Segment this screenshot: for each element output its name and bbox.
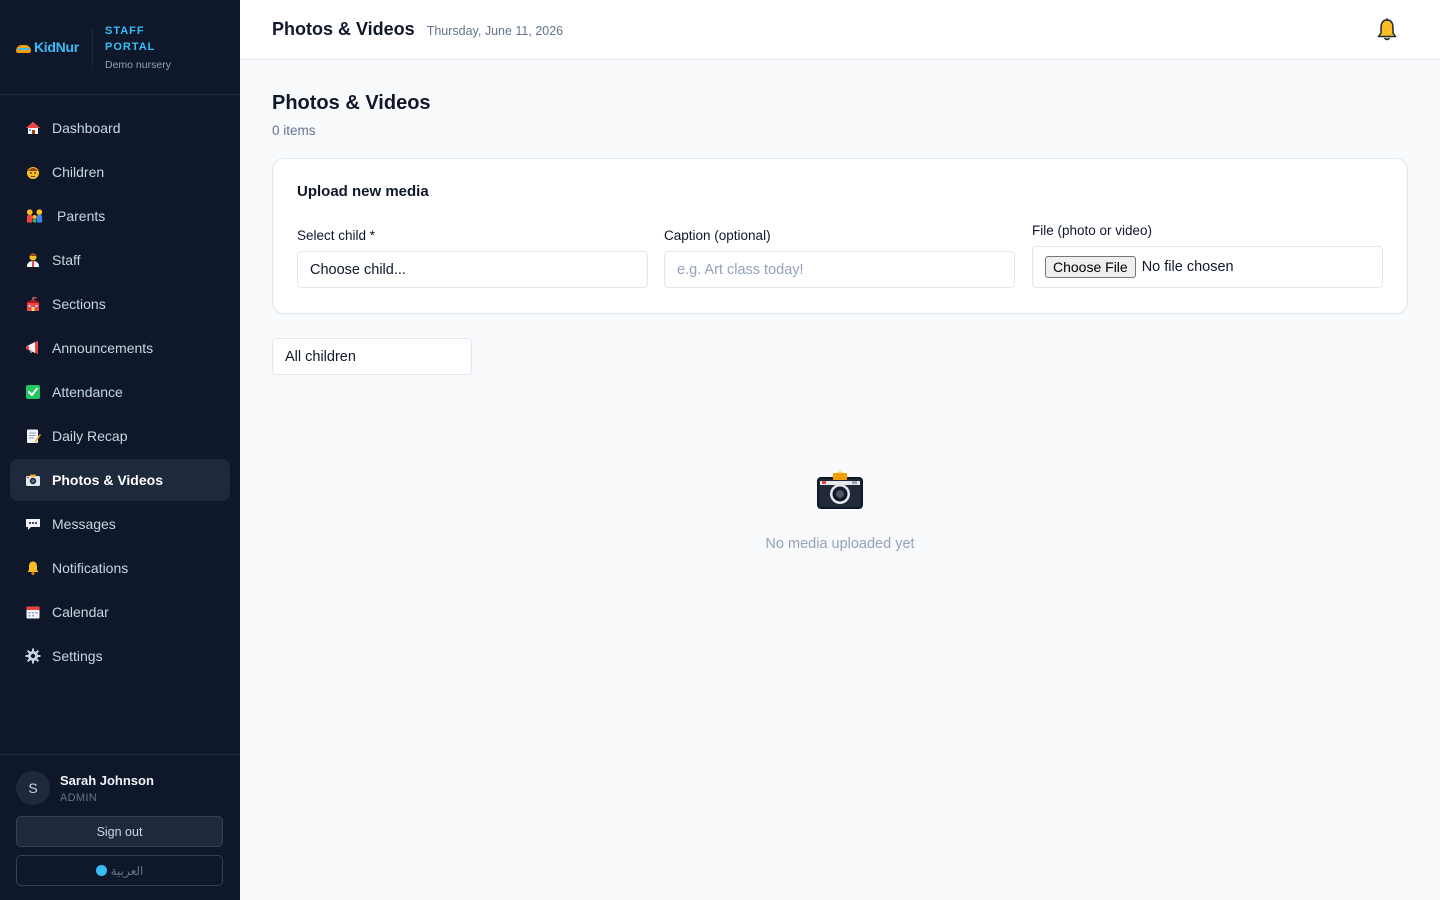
top-header: Photos & Videos Thursday, June 11, 2026 xyxy=(240,0,1440,60)
children-filter-dropdown[interactable]: All children xyxy=(272,338,472,375)
caption-label: Caption (optional) xyxy=(664,228,771,243)
empty-state-text: No media uploaded yet xyxy=(765,536,915,552)
sidebar-item-label: Attendance xyxy=(52,384,123,400)
family-icon xyxy=(24,208,46,225)
camera-icon xyxy=(816,470,864,510)
bell-icon xyxy=(24,560,41,577)
nursery-name: Demo nursery xyxy=(105,59,171,71)
select-child-label: Select child * xyxy=(297,228,376,243)
file-input[interactable]: Choose File No file chosen xyxy=(1032,246,1383,288)
speech-bubble-icon xyxy=(24,516,41,533)
logo-text: KidNur xyxy=(34,39,79,55)
memo-icon xyxy=(24,428,41,445)
child-face-icon xyxy=(24,164,41,181)
sidebar-item-notifications[interactable]: Notifications xyxy=(10,547,230,589)
sidebar-item-label: Children xyxy=(52,164,105,180)
user-panel: S Sarah Johnson ADMIN Sign out العربية xyxy=(0,754,240,900)
avatar: S xyxy=(16,771,50,805)
sidebar-item-staff[interactable]: Staff xyxy=(10,239,230,281)
main-content: Photos & Videos 0 items Upload new media… xyxy=(272,60,1408,552)
sidebar-item-parents[interactable]: Parents xyxy=(10,195,230,237)
user-role: ADMIN xyxy=(60,791,97,804)
sidebar-item-messages[interactable]: Messages xyxy=(10,503,230,545)
select-child-field: Select child * Choose child... xyxy=(297,228,648,288)
teacher-icon xyxy=(24,252,41,269)
item-count: 0 items xyxy=(272,123,316,138)
file-status: No file chosen xyxy=(1141,259,1234,275)
sidebar-item-calendar[interactable]: Calendar xyxy=(10,591,230,633)
sidebar-item-settings[interactable]: Settings xyxy=(10,635,230,677)
sidebar-nav: Dashboard Children Parents Staff Section… xyxy=(0,95,240,677)
check-box-icon xyxy=(24,384,41,401)
sidebar-item-attendance[interactable]: Attendance xyxy=(10,371,230,413)
sidebar-item-label: Sections xyxy=(52,296,106,312)
portal-line-1: STAFF xyxy=(105,25,145,37)
language-switch-button[interactable]: العربية xyxy=(16,855,223,886)
sidebar-item-label: Dashboard xyxy=(52,120,121,136)
house-icon xyxy=(24,120,41,137)
sidebar-item-daily-recap[interactable]: Daily Recap xyxy=(10,415,230,457)
gear-icon xyxy=(24,648,41,665)
sidebar: KidNur STAFF PORTAL Demo nursery Dashboa… xyxy=(0,0,240,900)
portal-line-2: PORTAL xyxy=(105,41,156,53)
header-date: Thursday, June 11, 2026 xyxy=(426,23,564,38)
sidebar-item-label: Parents xyxy=(57,208,106,224)
sidebar-item-label: Settings xyxy=(52,648,103,664)
user-info: S Sarah Johnson ADMIN xyxy=(16,771,224,805)
caption-input[interactable]: e.g. Art class today! xyxy=(664,251,1015,288)
choose-file-button[interactable]: Choose File xyxy=(1045,256,1136,278)
sign-out-button[interactable]: Sign out xyxy=(16,816,223,847)
empty-state: No media uploaded yet xyxy=(272,470,1408,552)
sidebar-item-announcements[interactable]: Announcements xyxy=(10,327,230,369)
notifications-bell-icon[interactable] xyxy=(1374,17,1400,43)
sidebar-item-label: Daily Recap xyxy=(52,428,128,444)
sidebar-item-dashboard[interactable]: Dashboard xyxy=(10,107,230,149)
caption-field: Caption (optional) e.g. Art class today! xyxy=(664,228,1015,288)
file-label: File (photo or video) xyxy=(1032,223,1153,238)
sidebar-item-label: Notifications xyxy=(52,560,129,576)
upload-card-title: Upload new media xyxy=(297,183,429,200)
select-child-dropdown[interactable]: Choose child... xyxy=(297,251,648,288)
kidnur-logo[interactable]: KidNur xyxy=(16,39,92,55)
sidebar-item-label: Photos & Videos xyxy=(52,472,163,488)
globe-icon xyxy=(95,865,107,876)
file-field: File (photo or video) Choose File No fil… xyxy=(1032,223,1383,288)
brand-header: KidNur STAFF PORTAL Demo nursery xyxy=(0,0,240,95)
brand-divider xyxy=(92,28,93,66)
sidebar-item-sections[interactable]: Sections xyxy=(10,283,230,325)
camera-icon xyxy=(24,472,41,489)
language-label: العربية xyxy=(110,863,144,878)
megaphone-icon xyxy=(24,340,41,357)
user-name: Sarah Johnson xyxy=(60,772,154,788)
portal-label: STAFF PORTAL Demo nursery xyxy=(105,23,171,71)
sidebar-item-label: Staff xyxy=(52,252,81,268)
sidebar-item-label: Announcements xyxy=(52,340,154,356)
calendar-icon xyxy=(24,604,41,621)
sidebar-item-label: Calendar xyxy=(52,604,109,620)
page-title: Photos & Videos xyxy=(272,92,431,114)
school-icon xyxy=(24,296,41,313)
sidebar-item-label: Messages xyxy=(52,516,116,532)
sidebar-item-photos-videos[interactable]: Photos & Videos xyxy=(10,459,230,501)
sidebar-item-children[interactable]: Children xyxy=(10,151,230,193)
header-title: Photos & Videos xyxy=(272,19,415,39)
graduation-cap-icon xyxy=(16,42,31,53)
upload-card: Upload new media Select child * Choose c… xyxy=(272,158,1408,314)
